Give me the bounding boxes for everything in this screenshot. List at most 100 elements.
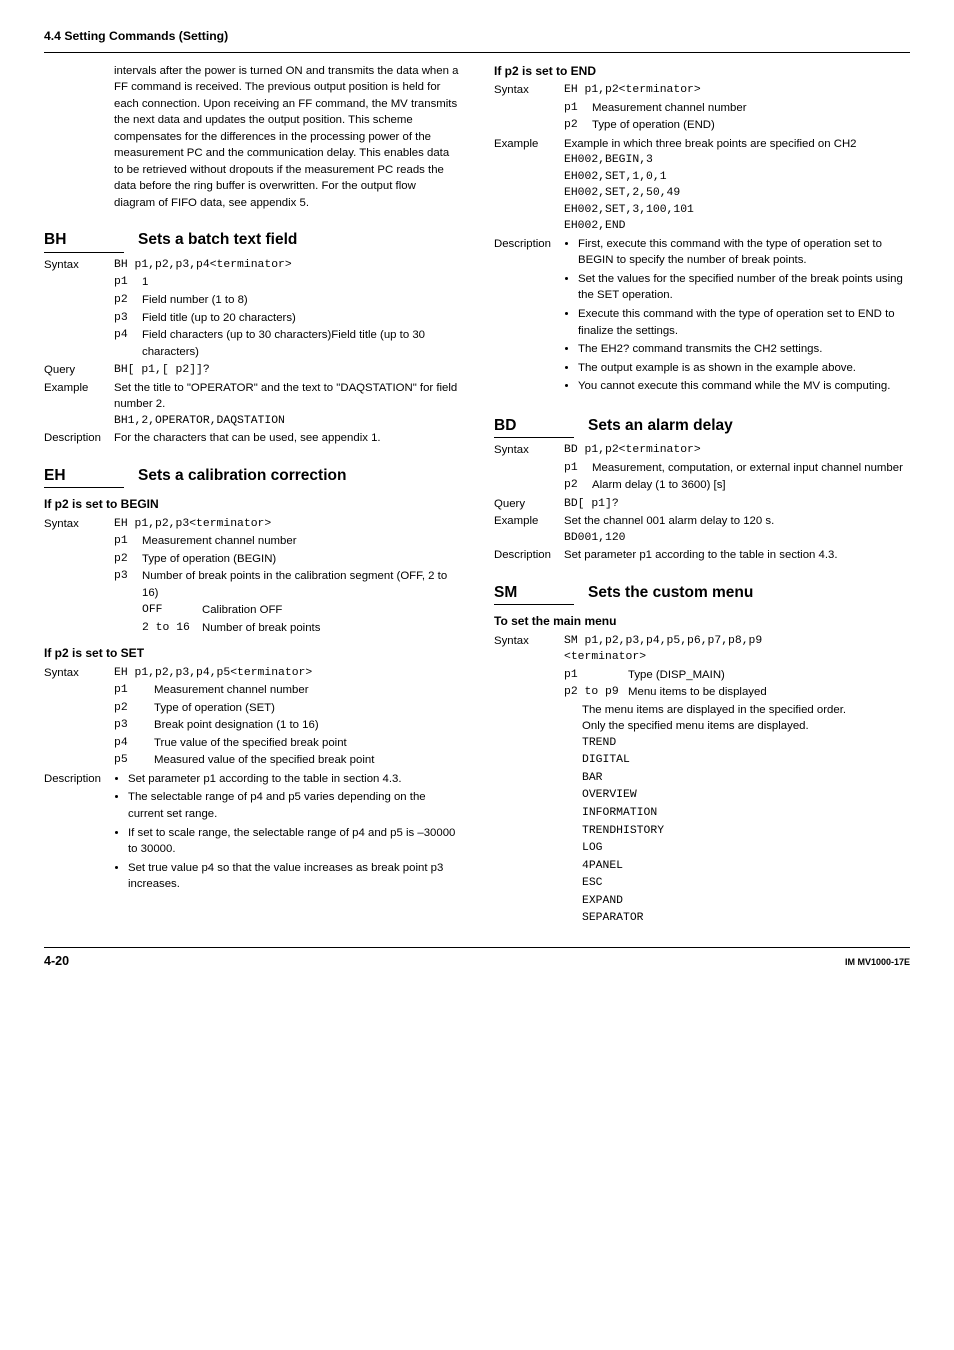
eh-begin-syntax: EH p1,p2,p3<terminator> <box>114 516 460 533</box>
sm-note-b: Only the specified menu items are displa… <box>582 718 910 735</box>
example-label: Example <box>494 136 564 235</box>
list-item: Set the values for the specified number … <box>578 271 910 304</box>
param-key: p1 <box>564 100 592 117</box>
sm-syntax-a: SM p1,p2,p3,p4,p5,p6,p7,p8,p9 <box>564 633 910 650</box>
bh-syntax: BH p1,p2,p3,p4<terminator> <box>114 257 460 274</box>
cmd-bd-title: Sets an alarm delay <box>588 415 733 437</box>
cmd-bd-code: BD <box>494 415 574 438</box>
menu-item: LOG <box>582 840 910 857</box>
section-title: 4.4 Setting Commands (Setting) <box>44 28 910 46</box>
menu-item: ESC <box>582 875 910 892</box>
param-key: p4 <box>114 735 142 752</box>
cmd-bh-code: BH <box>44 229 124 252</box>
eh-end-heading: If p2 is set to END <box>494 63 910 80</box>
description-label: Description <box>44 430 114 447</box>
cmd-eh-code: EH <box>44 465 124 488</box>
list-item: Set parameter p1 according to the table … <box>128 771 460 788</box>
param-val: Measurement channel number <box>592 100 910 117</box>
description-label: Description <box>44 771 114 895</box>
sm-menu-list: TREND DIGITAL BAR OVERVIEW INFORMATION T… <box>582 735 910 927</box>
cmd-eh-title: Sets a calibration correction <box>138 465 346 487</box>
document-id: IM MV1000-17E <box>845 956 910 969</box>
bh-query: BH[ p1,[ p2]]? <box>114 362 460 379</box>
param-key: p3 <box>114 717 142 734</box>
example-line: EH002,SET,2,50,49 <box>564 185 910 202</box>
bh-example-cmd: BH1,2,OPERATOR,DAQSTATION <box>114 413 460 430</box>
param-key: p2 <box>564 477 592 494</box>
section-divider <box>44 52 910 53</box>
query-label: Query <box>44 362 114 379</box>
param-key: p1 <box>564 460 592 477</box>
eh-begin-heading: If p2 is set to BEGIN <box>44 496 460 513</box>
menu-item: EXPAND <box>582 893 910 910</box>
list-item: The output example is as shown in the ex… <box>578 360 910 377</box>
list-item: First, execute this command with the typ… <box>578 236 910 269</box>
syntax-label: Syntax <box>494 442 564 459</box>
param-val: Number of break points in the calibratio… <box>142 568 460 601</box>
cmd-sm-code: SM <box>494 582 574 605</box>
param-val: Field title (up to 20 characters) <box>142 310 460 327</box>
bd-syntax: BD p1,p2<terminator> <box>564 442 910 459</box>
bh-example-text: Set the title to "OPERATOR" and the text… <box>114 380 460 413</box>
sm-syntax-b: <terminator> <box>564 649 910 666</box>
cmd-eh-heading: EH Sets a calibration correction <box>44 465 460 488</box>
syntax-label: Syntax <box>44 665 114 682</box>
param-val: Measurement channel number <box>142 533 460 550</box>
right-column: If p2 is set to END Syntax EH p1,p2<term… <box>494 63 910 929</box>
example-line: EH002,END <box>564 218 910 235</box>
description-label: Description <box>494 547 564 564</box>
eh-end-example-lead: Example in which three break points are … <box>564 136 910 153</box>
param-val: Field characters (up to 30 characters)Fi… <box>142 327 460 360</box>
param-val: Break point designation (1 to 16) <box>154 717 460 734</box>
menu-item: BAR <box>582 770 910 787</box>
param-val: Type of operation (SET) <box>154 700 460 717</box>
opt-key: 2 to 16 <box>142 620 202 637</box>
param-key: p4 <box>114 327 142 360</box>
page-footer: 4-20 IM MV1000-17E <box>44 947 910 970</box>
param-key: p2 <box>564 117 592 134</box>
param-key: p2 <box>114 292 142 309</box>
bh-desc: For the characters that can be used, see… <box>114 430 460 447</box>
eh-end-desc-list: First, execute this command with the typ… <box>564 236 910 395</box>
menu-item: SEPARATOR <box>582 910 910 927</box>
param-val: Type of operation (END) <box>592 117 910 134</box>
menu-item: OVERVIEW <box>582 787 910 804</box>
param-val: Alarm delay (1 to 3600) [s] <box>592 477 910 494</box>
left-column: intervals after the power is turned ON a… <box>44 63 460 929</box>
param-key: p2 <box>114 700 142 717</box>
bd-example-text: Set the channel 001 alarm delay to 120 s… <box>564 513 910 530</box>
param-key: p5 <box>114 752 142 769</box>
syntax-label: Syntax <box>494 633 564 666</box>
param-val: 1 <box>142 274 460 291</box>
list-item: Execute this command with the type of op… <box>578 306 910 339</box>
description-label: Description <box>494 236 564 397</box>
cmd-bh-title: Sets a batch text field <box>138 229 297 251</box>
param-key: p1 <box>114 682 142 699</box>
page-number: 4-20 <box>44 952 69 970</box>
cmd-sm-heading: SM Sets the custom menu <box>494 582 910 605</box>
cmd-bh-heading: BH Sets a batch text field <box>44 229 460 252</box>
param-val: True value of the specified break point <box>154 735 460 752</box>
example-label: Example <box>44 380 114 430</box>
sm-main-heading: To set the main menu <box>494 613 910 630</box>
bd-desc: Set parameter p1 according to the table … <box>564 547 910 564</box>
syntax-label: Syntax <box>44 257 114 274</box>
menu-item: TREND <box>582 735 910 752</box>
eh-set-syntax: EH p1,p2,p3,p4,p5<terminator> <box>114 665 460 682</box>
bd-example-cmd: BD001,120 <box>564 530 910 547</box>
param-val: Measurement, computation, or external in… <box>592 460 910 477</box>
example-line: EH002,SET,3,100,101 <box>564 202 910 219</box>
query-label: Query <box>494 496 564 513</box>
menu-item: INFORMATION <box>582 805 910 822</box>
param-key: p1 <box>564 667 628 684</box>
list-item: Set true value p4 so that the value incr… <box>128 860 460 893</box>
opt-val: Number of break points <box>202 620 460 637</box>
list-item: The selectable range of p4 and p5 varies… <box>128 789 460 822</box>
opt-val: Calibration OFF <box>202 602 460 619</box>
cmd-sm-title: Sets the custom menu <box>588 582 753 604</box>
example-line: EH002,SET,1,0,1 <box>564 169 910 186</box>
menu-item: DIGITAL <box>582 752 910 769</box>
menu-item: TRENDHISTORY <box>582 823 910 840</box>
menu-item: 4PANEL <box>582 858 910 875</box>
param-key: p3 <box>114 568 142 601</box>
